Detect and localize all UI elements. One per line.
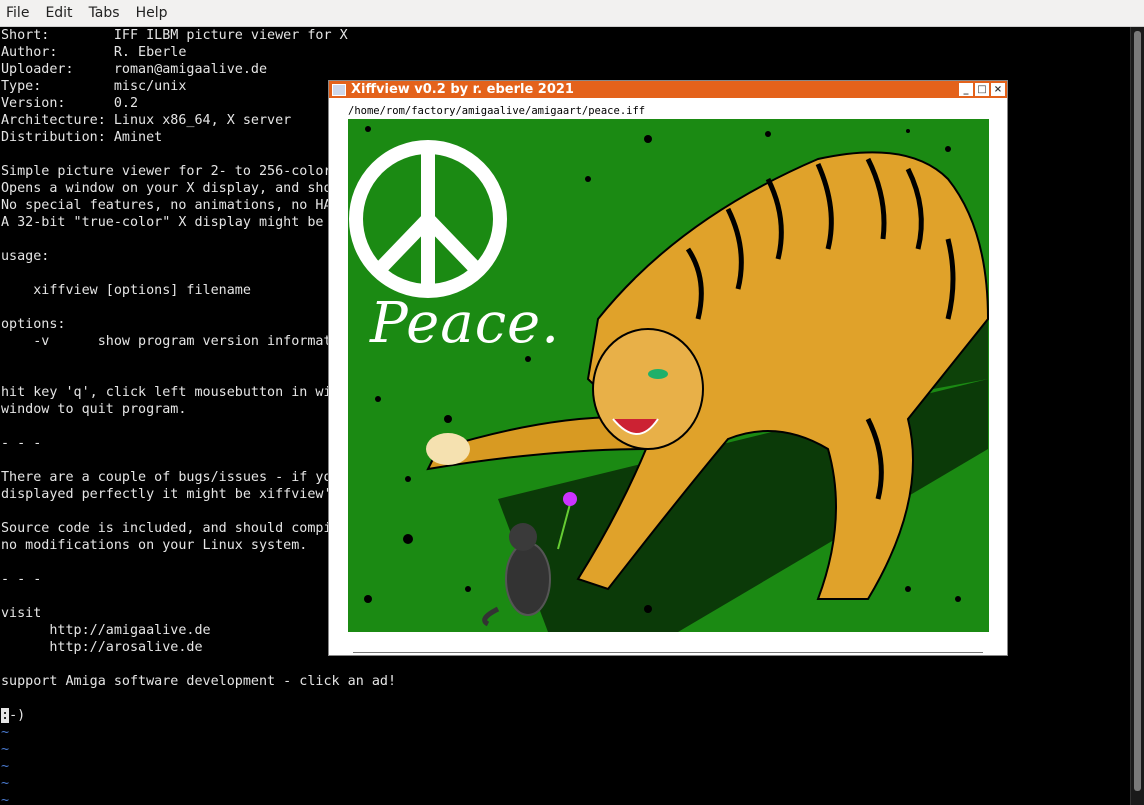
terminal-empty-line-marker: ~ (1, 776, 10, 791)
menu-edit[interactable]: Edit (37, 0, 80, 26)
terminal-empty-line-marker: ~ (1, 742, 10, 757)
minimize-button[interactable]: _ (959, 83, 973, 96)
menu-help[interactable]: Help (128, 0, 176, 26)
terminal-empty-line-marker: ~ (1, 725, 10, 740)
scrollbar-thumb[interactable] (1134, 31, 1141, 791)
close-button[interactable]: × (991, 83, 1005, 96)
terminal-cursor-line-text: -) (9, 708, 26, 723)
maximize-button[interactable]: □ (975, 83, 989, 96)
menu-bar: File Edit Tabs Help (0, 0, 1144, 27)
menu-file[interactable]: File (0, 0, 37, 26)
xiffview-window[interactable]: Xiffview v0.2 by r. eberle 2021 _ □ × /h… (328, 80, 1008, 656)
terminal-cursor-line: :-) (0, 707, 1131, 724)
window-title: Xiffview v0.2 by r. eberle 2021 (351, 82, 574, 97)
terminal-cursor: : (1, 708, 10, 723)
terminal-scrollbar[interactable] (1130, 27, 1144, 805)
image-peace-text: Peace. (370, 291, 560, 356)
menu-tabs[interactable]: Tabs (81, 0, 128, 26)
window-app-icon[interactable] (332, 83, 346, 96)
terminal-line: support Amiga software development - cli… (1, 674, 397, 689)
terminal-line: Author: R. Eberle (1, 45, 187, 60)
window-divider (353, 652, 983, 653)
terminal-line: Uploader: roman@amigaalive.de (1, 62, 268, 77)
terminal-empty-line-marker: ~ (1, 793, 10, 805)
file-path: /home/rom/factory/amigaalive/amigaart/pe… (348, 105, 646, 117)
image-canvas[interactable]: Peace. (348, 119, 989, 632)
terminal-line: Short: IFF ILBM picture viewer for X (1, 28, 348, 43)
peace-tiger-image (348, 119, 989, 632)
terminal-empty-line-marker: ~ (1, 759, 10, 774)
window-titlebar[interactable]: Xiffview v0.2 by r. eberle 2021 _ □ × (329, 81, 1007, 98)
